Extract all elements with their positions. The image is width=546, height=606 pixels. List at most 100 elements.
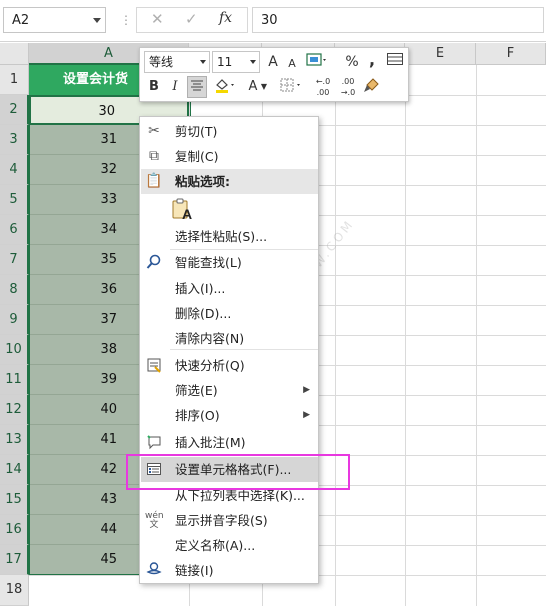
menu-item-label: 排序(O) <box>175 408 220 423</box>
font-name-value: 等线 <box>149 55 174 69</box>
chevron-down-icon[interactable] <box>93 18 101 23</box>
shrink-font-button[interactable]: A <box>284 53 300 75</box>
insert-function-icon[interactable]: fx <box>219 10 232 26</box>
quick-analysis-icon <box>145 357 163 374</box>
borders-dropdown-button[interactable] <box>278 76 304 98</box>
cancel-icon[interactable]: ✕ <box>151 10 164 28</box>
svg-text:A: A <box>182 206 192 221</box>
font-size-value: 11 <box>217 55 233 69</box>
menu-item-label: 筛选(E) <box>175 383 218 398</box>
select-all-corner[interactable] <box>0 43 29 65</box>
menu-item-label: 智能查找(L) <box>175 255 242 270</box>
menu-item-pick-from-list[interactable]: 从下拉列表中选择(K)... <box>141 483 318 508</box>
row-header[interactable]: 4 <box>0 155 29 185</box>
menu-item-paste-special[interactable]: 选择性粘贴(S)... <box>141 224 318 249</box>
font-color-button[interactable]: A <box>246 76 260 98</box>
column-header-e[interactable]: E <box>405 43 476 65</box>
menu-item-label: 删除(D)... <box>175 306 232 321</box>
scissors-icon: ✂ <box>148 123 160 139</box>
row-header[interactable]: 6 <box>0 215 29 245</box>
row-header[interactable]: 13 <box>0 425 29 455</box>
row-header[interactable]: 8 <box>0 275 29 305</box>
row-header[interactable]: 15 <box>0 485 29 515</box>
italic-button[interactable]: I <box>167 76 183 98</box>
menu-item-label: 设置单元格格式(F)... <box>175 462 292 477</box>
copy-icon: ⧉ <box>149 148 159 164</box>
row-header[interactable]: 18 <box>0 575 29 606</box>
menu-item-label: 链接(I) <box>175 563 214 578</box>
phonetic-icon: wén 文 <box>145 511 164 530</box>
row-header[interactable]: 3 <box>0 125 29 155</box>
menu-item-insert[interactable]: 插入(I)... <box>141 276 318 301</box>
menu-item-label: 剪切(T) <box>175 124 218 139</box>
row-header[interactable]: 10 <box>0 335 29 365</box>
grow-font-button[interactable]: A <box>264 51 282 73</box>
row-header[interactable]: 7 <box>0 245 29 275</box>
number-format-button[interactable] <box>304 51 330 73</box>
borders-icon <box>280 78 300 92</box>
menu-item-delete[interactable]: 删除(D)... <box>141 301 318 326</box>
row-header[interactable]: 16 <box>0 515 29 545</box>
menu-item-label: 显示拼音字段(S) <box>175 513 268 528</box>
comma-style-button[interactable]: , <box>366 49 378 71</box>
chevron-down-icon[interactable]: ▼ <box>260 76 268 98</box>
row-header[interactable]: 1 <box>0 65 29 95</box>
format-table-icon <box>387 53 403 65</box>
menu-item-sort[interactable]: 排序(O) ▶ <box>141 403 318 428</box>
menu-item-quick-analysis[interactable]: 快速分析(Q) <box>141 353 318 378</box>
name-box-value: A2 <box>12 13 30 28</box>
menu-item-label: 插入(I)... <box>175 281 226 296</box>
menu-item-filter[interactable]: 筛选(E) ▶ <box>141 378 318 403</box>
menu-item-label: 插入批注(M) <box>175 435 246 450</box>
menu-item-insert-comment[interactable]: 插入批注(M) <box>141 430 318 455</box>
context-menu: ✂ 剪切(T) ⧉ 复制(C) 📋 粘贴选项: 选择性粘贴(S)... 智能查找… <box>139 116 319 584</box>
row-header[interactable]: 14 <box>0 455 29 485</box>
row-header[interactable]: 12 <box>0 395 29 425</box>
link-icon <box>145 562 163 579</box>
menu-item-define-name[interactable]: 定义名称(A)... <box>141 533 318 558</box>
search-icon <box>145 254 163 271</box>
menu-item-clear-contents[interactable]: 清除内容(N) <box>141 326 318 351</box>
menu-item-smart-lookup[interactable]: 智能查找(L) <box>141 250 318 275</box>
paste-options-header: 📋 粘贴选项: <box>141 169 318 194</box>
fill-color-icon <box>216 79 234 93</box>
enter-icon[interactable]: ✓ <box>185 10 198 28</box>
mini-toolbar: 等线 11 A A % , B I A ▼ ←.0 .00 .00 →.0 <box>139 47 409 102</box>
formula-input[interactable]: 30 <box>252 7 544 33</box>
paste-text-icon[interactable]: A <box>170 197 194 222</box>
submenu-arrow-icon: ▶ <box>303 410 310 420</box>
menu-item-phonetic[interactable]: wén 文 显示拼音字段(S) <box>141 508 318 533</box>
format-cells-icon <box>145 461 163 478</box>
format-painter-button[interactable] <box>362 76 382 98</box>
fill-color-button[interactable] <box>212 76 238 98</box>
row-header[interactable]: 9 <box>0 305 29 335</box>
percent-style-button[interactable]: % <box>344 51 360 73</box>
formula-value: 30 <box>261 13 278 28</box>
font-name-select[interactable]: 等线 <box>144 51 210 73</box>
row-header[interactable]: 5 <box>0 185 29 215</box>
increase-decimal-button[interactable]: ←.0 .00 <box>312 76 334 98</box>
formula-bar-grip: ⋮ <box>120 13 132 27</box>
clipboard-icon: 📋 <box>145 173 163 189</box>
submenu-arrow-icon: ▶ <box>303 385 310 395</box>
menu-item-label: 选择性粘贴(S)... <box>175 229 268 244</box>
formula-bar: A2 ⋮ ✕ ✓ fx 30 <box>0 0 546 42</box>
borders-button[interactable] <box>384 51 406 73</box>
bold-button[interactable]: B <box>145 76 163 98</box>
column-header-f[interactable]: F <box>476 43 546 65</box>
name-box[interactable]: A2 <box>3 7 106 33</box>
menu-item-label: 复制(C) <box>175 149 219 164</box>
row-header[interactable]: 2 <box>0 95 29 125</box>
row-header[interactable]: 11 <box>0 365 29 395</box>
font-size-select[interactable]: 11 <box>212 51 260 73</box>
align-center-button[interactable] <box>187 76 207 98</box>
decrease-decimal-button[interactable]: .00 →.0 <box>337 76 359 98</box>
menu-item-label: 快速分析(Q) <box>175 358 245 373</box>
menu-item-format-cells[interactable]: 设置单元格格式(F)... <box>141 457 318 482</box>
menu-item-copy[interactable]: ⧉ 复制(C) <box>141 144 318 169</box>
menu-separator <box>170 249 318 250</box>
menu-item-cut[interactable]: ✂ 剪切(T) <box>141 119 318 144</box>
chevron-down-icon <box>200 60 206 64</box>
menu-item-link[interactable]: 链接(I) <box>141 558 318 583</box>
row-header[interactable]: 17 <box>0 545 29 575</box>
